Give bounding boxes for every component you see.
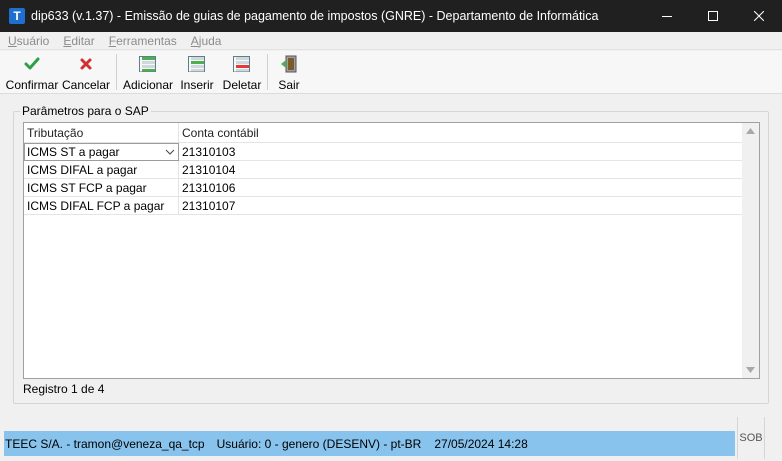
close-icon: [754, 11, 764, 21]
tributacao-cell[interactable]: ICMS DIFAL FCP a pagar: [24, 197, 179, 215]
cancel-label: Cancelar: [61, 78, 111, 92]
menu-label: erramentas: [116, 33, 177, 48]
insert-label: Inserir: [180, 78, 214, 92]
checkmark-icon: [23, 55, 41, 73]
scroll-down-icon[interactable]: [746, 367, 755, 374]
menu-label: suário: [16, 33, 50, 48]
table-row[interactable]: ICMS DIFAL a pagar 21310104: [24, 161, 742, 179]
status-bar: TEEC S/A. - tramon@veneza_qa_tcp Usuário…: [4, 431, 735, 456]
confirm-label: Confirmar: [5, 78, 59, 92]
column-header-conta-contabil[interactable]: Conta contábil: [179, 123, 742, 143]
add-button[interactable]: Adicionar: [122, 51, 174, 94]
table-row[interactable]: ICMS ST FCP a pagar 21310106: [24, 179, 742, 197]
menu-label: ditar: [71, 33, 95, 48]
close-button[interactable]: [736, 0, 782, 32]
chevron-down-icon: [165, 149, 175, 155]
vertical-scrollbar[interactable]: [742, 123, 759, 378]
dropdown-selected-value: ICMS ST a pagar: [27, 145, 120, 159]
conta-cell[interactable]: 21310104: [179, 161, 742, 179]
menu-label: juda: [198, 33, 222, 48]
menu-accelerator: A: [190, 33, 199, 48]
scroll-up-icon[interactable]: [746, 127, 755, 134]
exit-door-icon: [280, 55, 298, 73]
menu-accelerator: U: [8, 33, 17, 48]
status-user: Usuário: 0 - genero (DESENV) - pt-BR: [216, 436, 422, 451]
menu-ajuda[interactable]: Ajuda: [191, 34, 222, 48]
minimize-icon: [662, 16, 672, 17]
window-title: dip633 (v.1.37) - Emissão de guias de pa…: [31, 9, 599, 23]
add-label: Adicionar: [122, 78, 174, 92]
tributacao-cell[interactable]: ICMS DIFAL a pagar: [24, 161, 179, 179]
record-counter: Registro 1 de 4: [23, 382, 105, 396]
tributacao-dropdown[interactable]: ICMS ST a pagar: [24, 143, 179, 161]
table-row[interactable]: ICMS DIFAL FCP a pagar 21310107: [24, 197, 742, 215]
insert-row-icon: [188, 55, 206, 73]
confirm-button[interactable]: Confirmar: [5, 51, 59, 94]
exit-button[interactable]: Sair: [276, 51, 302, 94]
exit-label: Sair: [278, 78, 300, 92]
title-bar: T dip633 (v.1.37) - Emissão de guias de …: [0, 0, 782, 32]
conta-cell[interactable]: 21310103: [179, 143, 742, 161]
insert-button[interactable]: Inserir: [180, 51, 214, 94]
maximize-icon: [708, 11, 718, 21]
group-title: Parâmetros para o SAP: [20, 104, 151, 118]
column-header-tributacao[interactable]: Tributação: [24, 123, 179, 143]
tributacao-cell[interactable]: ICMS ST FCP a pagar: [24, 179, 179, 197]
delete-button[interactable]: Deletar: [223, 51, 261, 94]
x-mark-icon: [77, 55, 95, 73]
menu-ferramentas[interactable]: Ferramentas: [109, 34, 177, 48]
delete-row-icon: [233, 55, 251, 73]
grid-header-row: Tributação Conta contábil: [24, 123, 742, 143]
cancel-button[interactable]: Cancelar: [61, 51, 111, 94]
parameters-grid[interactable]: Tributação Conta contábil ICMS ST a paga…: [23, 122, 760, 379]
delete-label: Deletar: [222, 78, 262, 92]
window-controls: [644, 0, 782, 32]
toolbar-separator: [116, 54, 117, 90]
app-icon: T: [9, 8, 25, 24]
status-datetime: 27/05/2024 14:28: [434, 436, 528, 451]
grid-body: Tributação Conta contábil ICMS ST a paga…: [24, 123, 742, 378]
menu-usuario[interactable]: Usuário: [8, 34, 49, 48]
sob-indicator: SOB: [737, 417, 765, 459]
menu-accelerator: F: [108, 33, 117, 48]
menu-bar: Usuário Editar Ferramentas Ajuda: [0, 32, 782, 50]
status-company: TEEC S/A. - tramon@veneza_qa_tcp: [5, 436, 205, 451]
maximize-button[interactable]: [690, 0, 736, 32]
menu-editar[interactable]: Editar: [63, 34, 94, 48]
conta-cell[interactable]: 21310106: [179, 179, 742, 197]
table-row[interactable]: ICMS ST a pagar 21310103: [24, 143, 742, 161]
toolbar: Confirmar Cancelar Adicionar Inserir Del…: [0, 51, 782, 94]
add-row-icon: [139, 55, 157, 73]
minimize-button[interactable]: [644, 0, 690, 32]
toolbar-separator: [267, 54, 268, 90]
conta-cell[interactable]: 21310107: [179, 197, 742, 215]
